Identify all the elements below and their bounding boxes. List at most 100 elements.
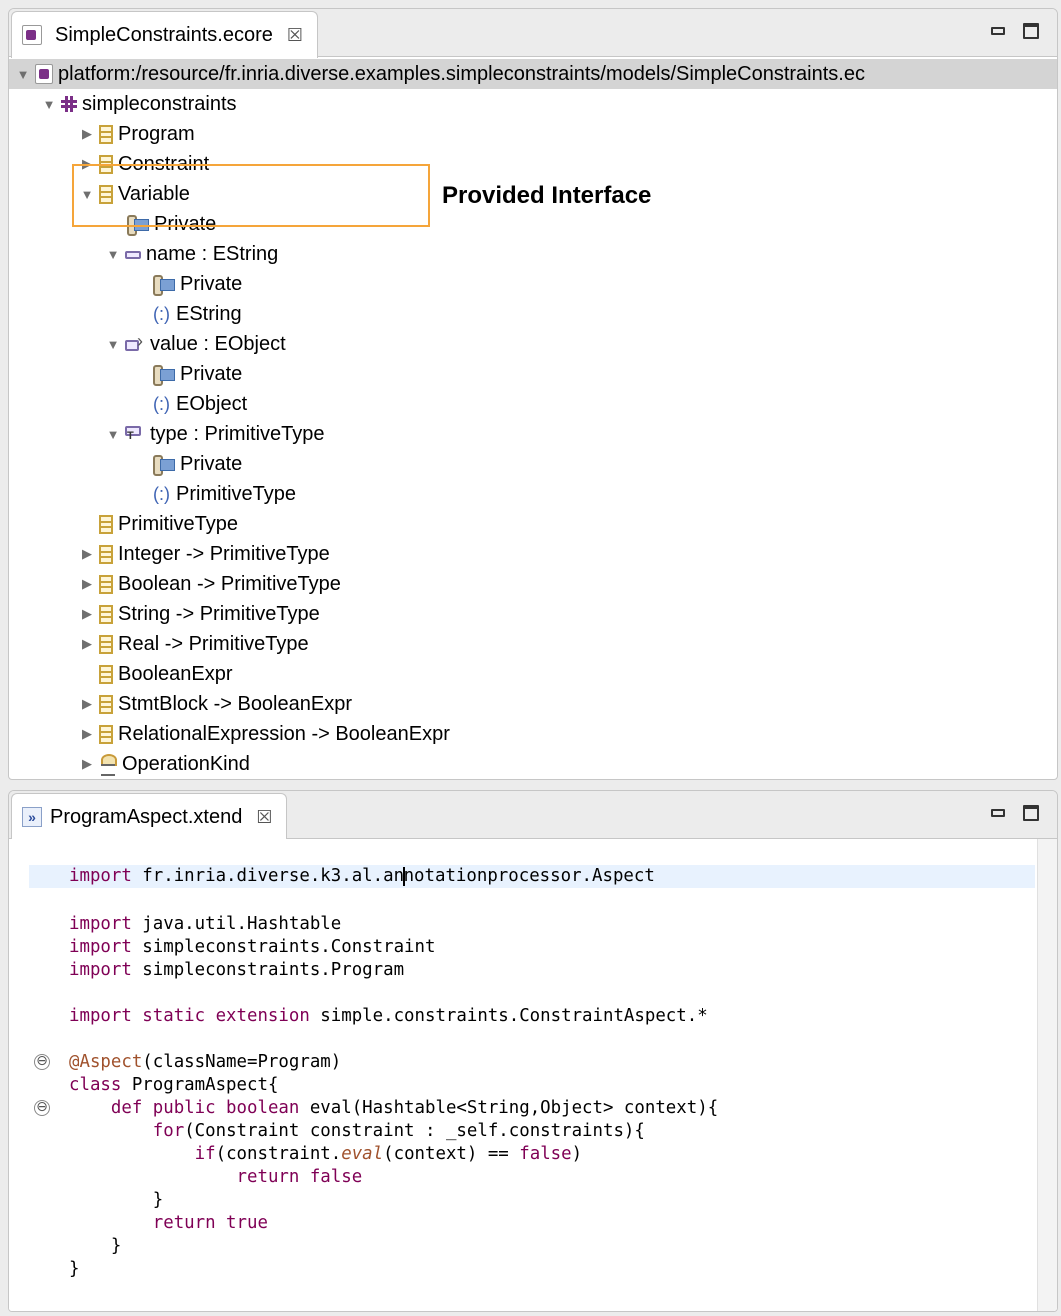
code-text: (className=Program) xyxy=(142,1052,342,1072)
fold-toggle-icon[interactable]: ⊖ xyxy=(34,1100,50,1116)
tree-row-string[interactable]: ▶ String -> PrimitiveType xyxy=(9,599,1057,629)
tree-row-boolean[interactable]: ▶ Boolean -> PrimitiveType xyxy=(9,569,1057,599)
code-line-9[interactable]: @Aspect(className=Program) xyxy=(69,1051,341,1074)
tab-simpleconstraints-ecore[interactable]: SimpleConstraints.ecore ☒ xyxy=(11,11,319,58)
eclass-icon xyxy=(99,184,113,204)
tree-label: name : EString xyxy=(146,242,279,265)
close-tab-icon[interactable]: ☒ xyxy=(256,807,272,828)
tree-label: BooleanExpr xyxy=(118,662,233,685)
code-line-15[interactable]: } xyxy=(69,1189,163,1212)
collapsed-arrow-icon[interactable]: ▶ xyxy=(79,606,95,622)
maximize-icon[interactable] xyxy=(1023,23,1039,39)
tree-row-annotation[interactable]: Private xyxy=(9,209,1057,239)
code-line-13[interactable]: if(constraint.eval(context) == false) xyxy=(69,1143,582,1166)
code-line-1[interactable]: import fr.inria.diverse.k3.al.annotation… xyxy=(29,865,1035,888)
code-line-18[interactable]: } xyxy=(69,1258,79,1281)
tree-row-annotation[interactable]: Private xyxy=(9,449,1057,479)
collapsed-arrow-icon[interactable]: ▶ xyxy=(79,636,95,652)
code-line-12[interactable]: for(Constraint constraint : _self.constr… xyxy=(69,1120,645,1143)
eclass-icon xyxy=(99,604,113,624)
tree-row-booleanexpr[interactable]: BooleanExpr xyxy=(9,659,1057,689)
tree-tabbar: SimpleConstraints.ecore ☒ xyxy=(9,9,1057,58)
keyword: if xyxy=(194,1144,216,1164)
annotation: @Aspect xyxy=(69,1052,143,1072)
code-editor[interactable]: ⊖ ⊖ ⊖ import fr.inria.diverse.k3.al.anno… xyxy=(9,839,1057,1311)
code-text: notationprocessor.Aspect xyxy=(403,866,655,886)
tree-label: Integer -> PrimitiveType xyxy=(118,542,330,565)
collapsed-arrow-icon[interactable]: ▶ xyxy=(79,696,95,712)
tab-title: SimpleConstraints.ecore xyxy=(55,23,273,46)
tree-row-integer[interactable]: ▶ Integer -> PrimitiveType xyxy=(9,539,1057,569)
expanded-arrow-icon[interactable]: ▼ xyxy=(41,97,57,112)
keyword: import xyxy=(69,866,132,886)
collapsed-arrow-icon[interactable]: ▶ xyxy=(79,156,95,172)
minimize-icon[interactable] xyxy=(991,27,1005,35)
tree-row-operationkind[interactable]: ▶ OperationKind xyxy=(9,749,1057,779)
collapsed-arrow-icon[interactable]: ▶ xyxy=(79,546,95,562)
expanded-arrow-icon[interactable]: ▼ xyxy=(105,247,121,262)
tree-row-attribute-name[interactable]: ▼ name : EString xyxy=(9,239,1057,269)
eclass-icon xyxy=(99,544,113,564)
tree-row-program[interactable]: ▶ Program xyxy=(9,119,1057,149)
eclass-icon xyxy=(99,154,113,174)
generic-type-icon: (:) xyxy=(153,393,170,414)
code-line-4[interactable]: import simpleconstraints.Constraint xyxy=(69,936,435,959)
collapsed-arrow-icon[interactable]: ▶ xyxy=(79,576,95,592)
fold-toggle-icon[interactable]: ⊖ xyxy=(34,1054,50,1070)
keyword: import xyxy=(69,937,132,957)
code-line-5[interactable]: import simpleconstraints.Program xyxy=(69,959,404,982)
tree-row-resource[interactable]: ▼ platform:/resource/fr.inria.diverse.ex… xyxy=(9,59,1057,89)
tree-row-generic-type[interactable]: (:) EString xyxy=(9,299,1057,329)
code-text: simpleconstraints.Program xyxy=(131,960,405,980)
code-line-7[interactable]: import static extension simple.constrain… xyxy=(69,1005,708,1028)
tree-row-real[interactable]: ▶ Real -> PrimitiveType xyxy=(9,629,1057,659)
vertical-scrollbar[interactable] xyxy=(1037,839,1057,1311)
containment-reference-icon xyxy=(125,424,145,444)
collapsed-arrow-icon[interactable]: ▶ xyxy=(79,726,95,742)
tree-row-primitivetype[interactable]: PrimitiveType xyxy=(9,509,1057,539)
minimize-icon[interactable] xyxy=(991,809,1005,817)
tree-row-reference-type[interactable]: ▼ type : PrimitiveType xyxy=(9,419,1057,449)
eclass-icon xyxy=(99,664,113,684)
editor-tabbar: » ProgramAspect.xtend ☒ xyxy=(9,791,1057,840)
expanded-arrow-icon[interactable]: ▼ xyxy=(105,427,121,442)
eclass-icon xyxy=(99,124,113,144)
tree-row-reference-value[interactable]: ▼ value : EObject xyxy=(9,329,1057,359)
code-line-14[interactable]: return false xyxy=(69,1166,363,1189)
extension-method: eval xyxy=(341,1144,384,1164)
expanded-arrow-icon[interactable]: ▼ xyxy=(105,337,121,352)
code-line-16[interactable]: return true xyxy=(69,1212,268,1235)
tab-programaspect-xtend[interactable]: » ProgramAspect.xtend ☒ xyxy=(11,793,288,840)
close-tab-icon[interactable]: ☒ xyxy=(287,25,303,46)
tree-row-generic-type[interactable]: (:) PrimitiveType xyxy=(9,479,1057,509)
ecore-tree: ▼ platform:/resource/fr.inria.diverse.ex… xyxy=(9,57,1057,779)
code-line-10[interactable]: class ProgramAspect{ xyxy=(69,1074,278,1097)
expanded-arrow-icon[interactable]: ▼ xyxy=(79,187,95,202)
tree-row-package[interactable]: ▼ simpleconstraints xyxy=(9,89,1057,119)
eclass-icon xyxy=(99,634,113,654)
tree-label: Private xyxy=(180,452,243,475)
keyword: import xyxy=(69,960,132,980)
code-text: (context) == xyxy=(383,1144,520,1164)
annotation-ruler xyxy=(9,839,61,1311)
tree-label: Private xyxy=(180,272,243,295)
tree-row-annotation[interactable]: Private xyxy=(9,269,1057,299)
expanded-arrow-icon[interactable]: ▼ xyxy=(15,67,31,82)
tree-row-constraint[interactable]: ▶ Constraint xyxy=(9,149,1057,179)
code-line-3[interactable]: import java.util.Hashtable xyxy=(69,913,341,936)
tree-row-relationalexpression[interactable]: ▶ RelationalExpression -> BooleanExpr xyxy=(9,719,1057,749)
tree-row-stmtblock[interactable]: ▶ StmtBlock -> BooleanExpr xyxy=(9,689,1057,719)
tree-row-annotation[interactable]: Private xyxy=(9,359,1057,389)
code-line-17[interactable]: } xyxy=(69,1235,121,1258)
maximize-icon[interactable] xyxy=(1023,805,1039,821)
code-text: eval(Hashtable<String,Object> context){ xyxy=(299,1098,719,1118)
provided-interface-callout: Provided Interface xyxy=(442,182,652,209)
tree-label: StmtBlock -> BooleanExpr xyxy=(118,692,352,715)
tree-label: Boolean -> PrimitiveType xyxy=(118,572,341,595)
collapsed-arrow-icon[interactable]: ▶ xyxy=(79,126,95,142)
code-line-11[interactable]: def public boolean eval(Hashtable<String… xyxy=(69,1097,718,1120)
collapsed-arrow-icon[interactable]: ▶ xyxy=(79,756,95,772)
tree-row-generic-type[interactable]: (:) EObject xyxy=(9,389,1057,419)
